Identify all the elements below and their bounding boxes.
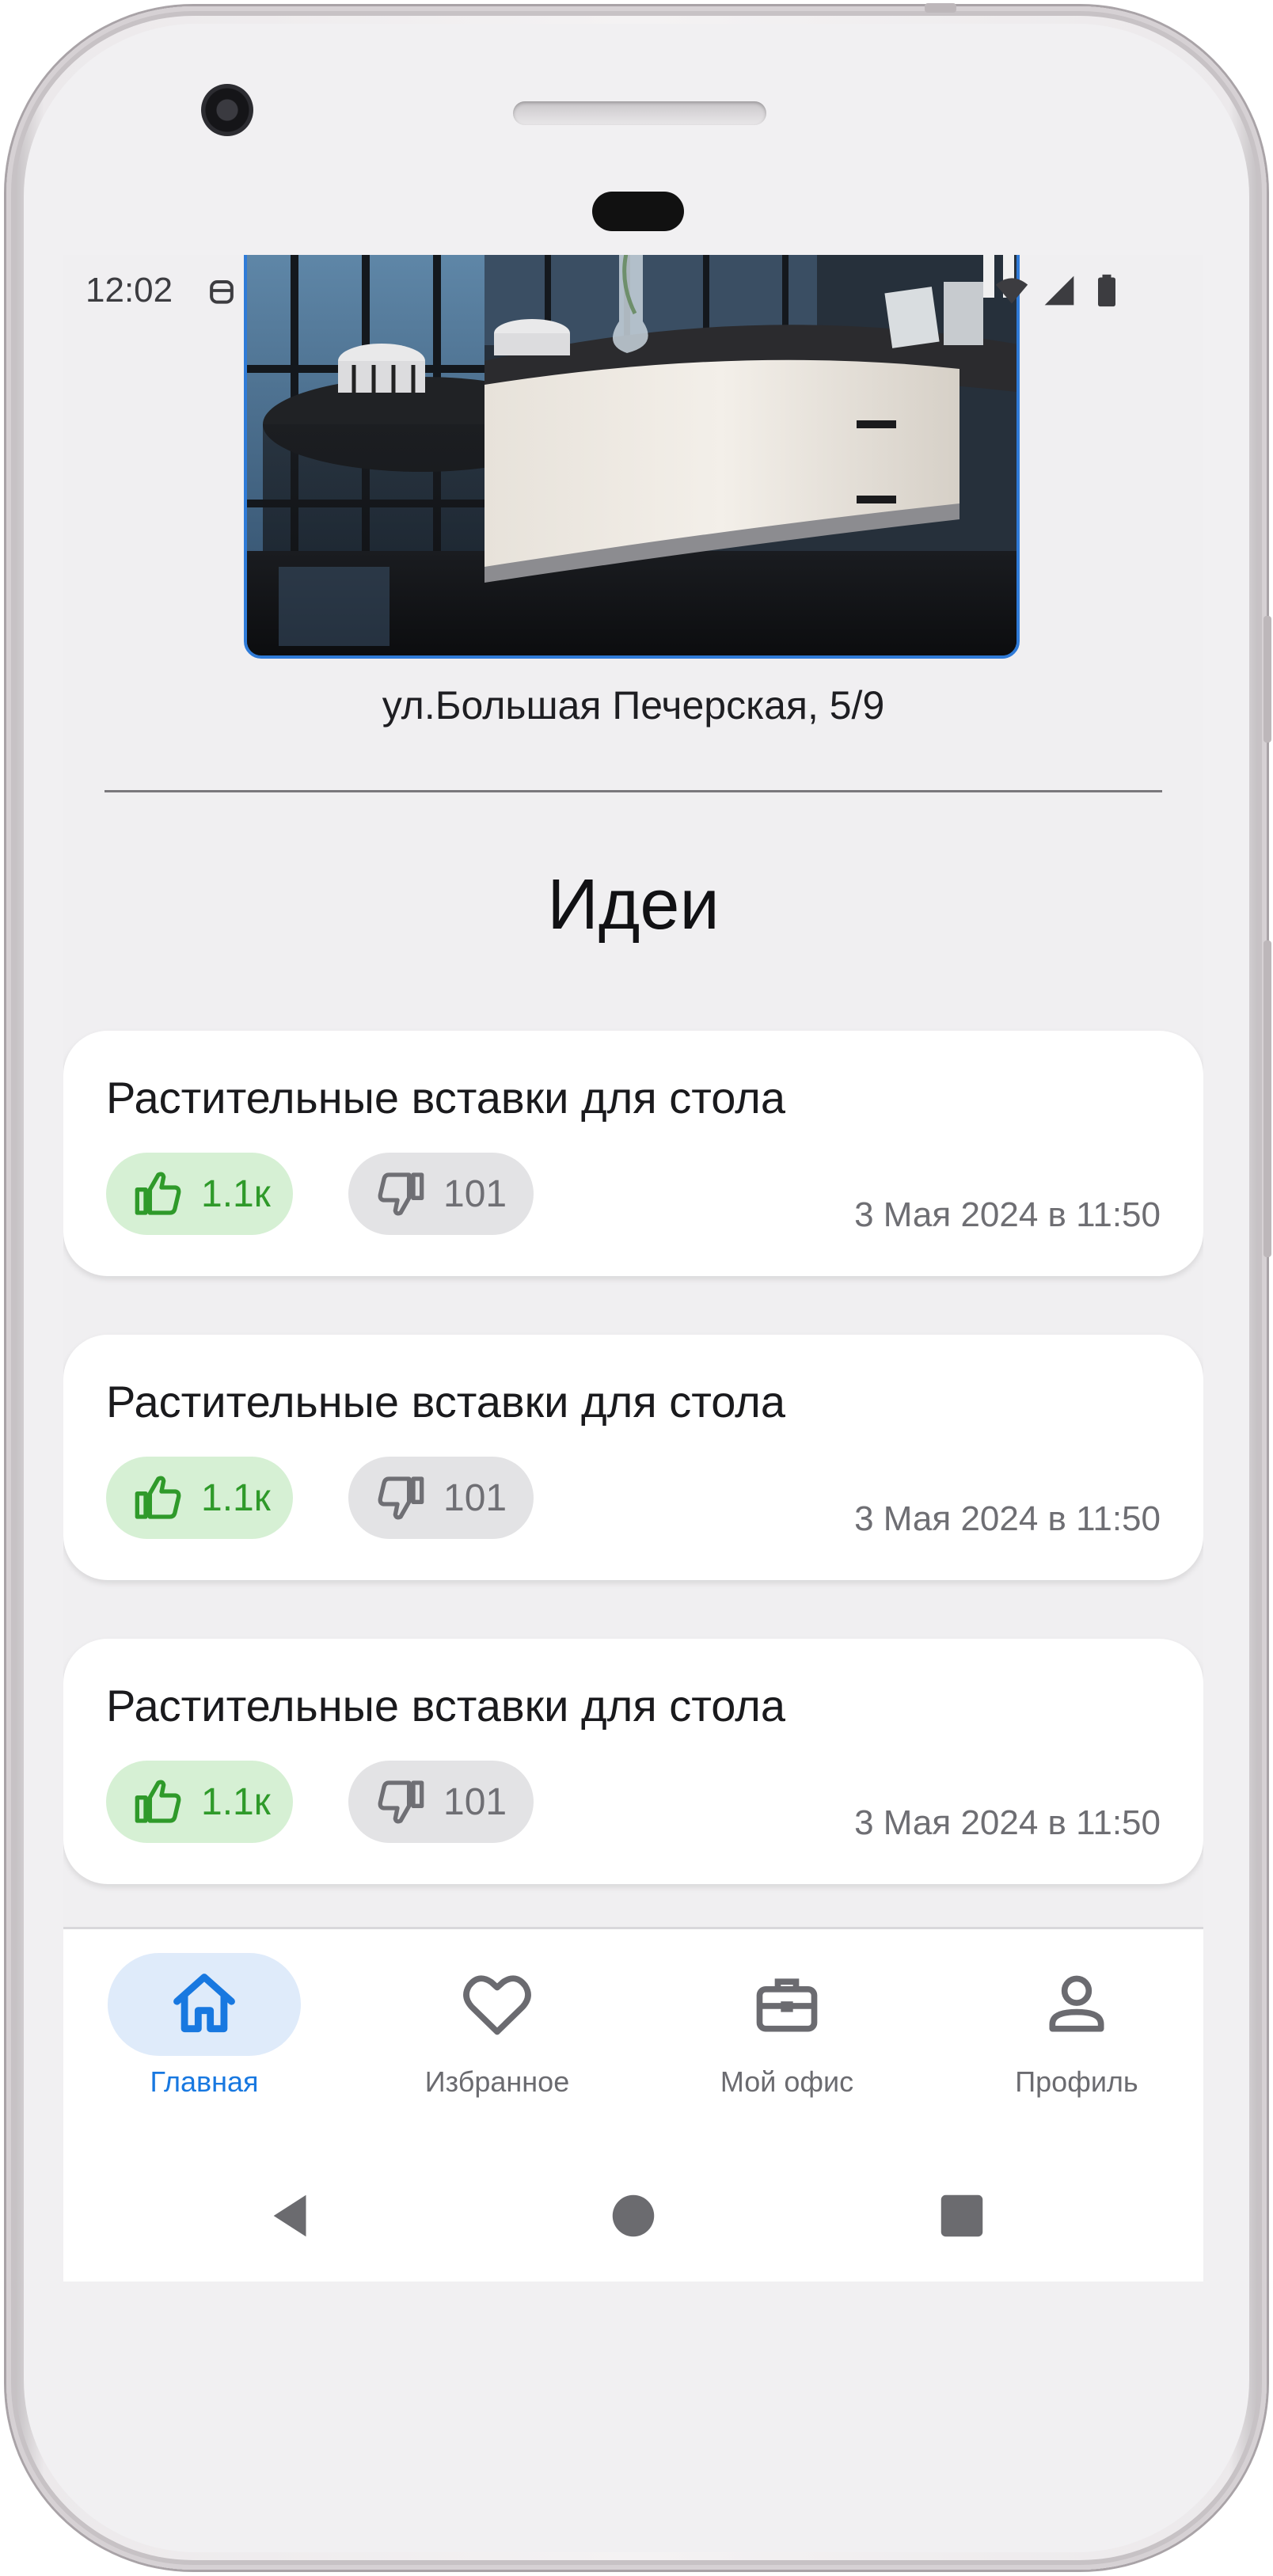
thumbs-down-icon [378,1476,424,1520]
idea-date: 3 Мая 2024 в 11:50 [854,1195,1161,1234]
like-button[interactable]: 1.1к [106,1457,293,1539]
idea-date: 3 Мая 2024 в 11:50 [854,1803,1161,1842]
thumbs-up-icon [135,1172,181,1215]
nav-favorites-icon-wrap [401,1953,594,2056]
top-button [925,3,956,13]
idea-card[interactable]: Растительные вставки для стола 1.1к 101 … [63,1639,1203,1884]
nav-label-my-office: Мой офис [720,2065,854,2098]
ideas-title: Идеи [547,865,720,944]
nav-label-profile: Профиль [1015,2065,1138,2098]
back-icon[interactable] [264,2188,320,2244]
nav-item-my-office[interactable]: Мой офис [684,1953,890,2099]
nav-label-favorites: Избранное [424,2065,570,2098]
signal-icon [1044,275,1074,306]
thumbs-down-icon [378,1780,424,1824]
nav-item-profile[interactable]: Профиль [974,1953,1180,2099]
briefcase-icon [756,1978,818,2032]
like-count: 1.1к [201,1780,271,1823]
debug-icon [210,279,234,304]
nav-home-indicator [108,1953,301,2056]
dislike-button[interactable]: 101 [348,1153,534,1235]
idea-card[interactable]: Растительные вставки для стола 1.1к 101 … [63,1335,1203,1580]
nav-item-favorites[interactable]: Избранное [394,1953,600,2099]
status-bar: 12:02 [63,255,1203,326]
system-navigation-bar [63,2156,1203,2282]
thumbs-down-icon [378,1172,424,1216]
person-icon [1049,1975,1104,2032]
dislike-count: 101 [443,1172,507,1215]
heart-icon [463,1975,531,2035]
dislike-count: 101 [443,1780,507,1823]
home-circle-icon[interactable] [606,2188,661,2244]
office-address: ул.Большая Печерская, 5/9 [382,683,885,728]
proximity-sensor [592,192,684,231]
front-camera [201,84,253,136]
like-button[interactable]: 1.1к [106,1761,293,1843]
idea-card[interactable]: Растительные вставки для стола 1.1к 101 … [63,1031,1203,1276]
idea-title: Растительные вставки для стола [106,1377,785,1427]
thumbs-up-icon [135,1780,181,1823]
idea-title: Растительные вставки для стола [106,1681,785,1731]
idea-date: 3 Мая 2024 в 11:50 [854,1499,1161,1538]
dislike-count: 101 [443,1476,507,1519]
bottom-navigation: Главная Избранное Мой офис Профиль [63,1927,1203,2156]
like-count: 1.1к [201,1172,271,1215]
like-button[interactable]: 1.1к [106,1153,293,1235]
battery-icon [1098,274,1115,307]
app-screen: 12:02 ул.Большая Печерская, 5/9 Идеи Рас… [63,255,1203,2282]
nav-office-icon-wrap [690,1953,884,2056]
earpiece-speaker [513,101,766,125]
volume-button [1264,940,1271,1257]
nav-profile-icon-wrap [980,1953,1173,2056]
idea-title: Растительные вставки для стола [106,1073,785,1123]
thumbs-up-icon [135,1476,181,1519]
recents-icon[interactable] [934,2188,990,2244]
dislike-button[interactable]: 101 [348,1457,534,1539]
home-icon [173,1974,235,2033]
wifi-icon [995,278,1028,304]
power-button [1264,616,1271,743]
nav-item-home[interactable]: Главная [101,1953,307,2099]
dislike-button[interactable]: 101 [348,1761,534,1843]
nav-label-home: Главная [150,2065,259,2098]
status-time: 12:02 [86,271,173,310]
section-divider [104,790,1162,792]
like-count: 1.1к [201,1476,271,1519]
